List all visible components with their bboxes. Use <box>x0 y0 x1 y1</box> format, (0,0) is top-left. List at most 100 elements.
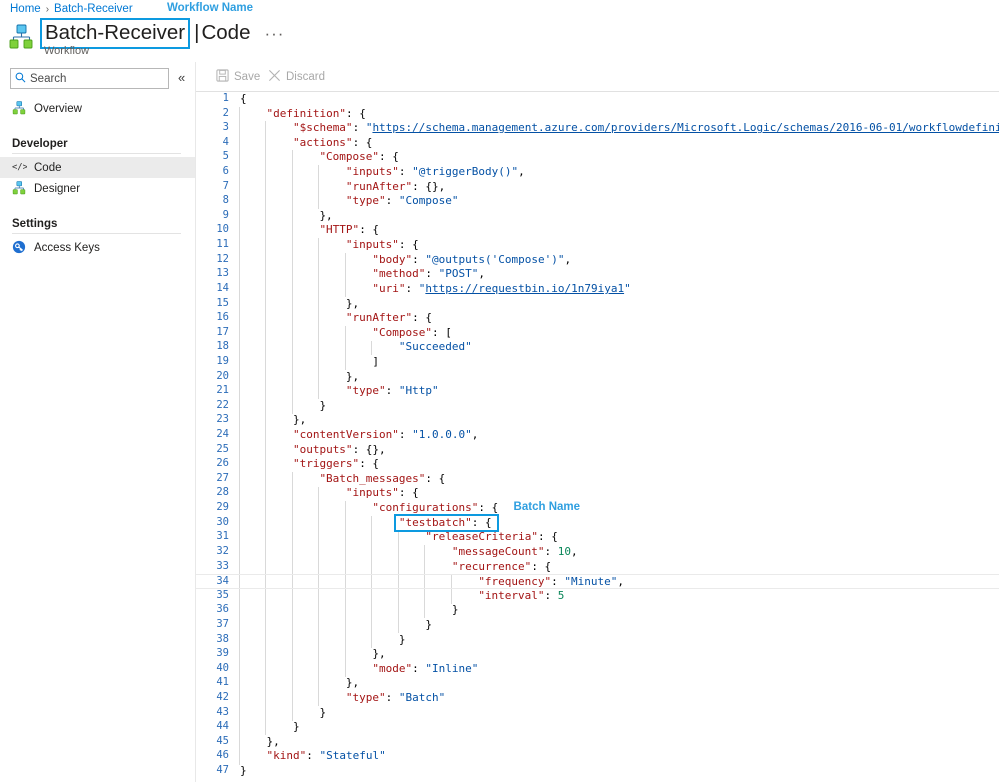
code-line[interactable]: 36} <box>196 603 999 618</box>
line-text: "triggers": { <box>293 457 379 470</box>
token-p: }, <box>293 413 306 426</box>
token-p: , <box>617 575 624 588</box>
token-url[interactable]: https://requestbin.io/1n79iya1 <box>425 282 624 295</box>
token-p: }, <box>372 647 385 660</box>
code-line[interactable]: 19] <box>196 355 999 370</box>
token-p: : { <box>399 486 419 499</box>
line-number: 30 <box>196 516 229 528</box>
code-line[interactable]: 5"Compose": { <box>196 150 999 165</box>
code-line[interactable]: 21"type": "Http" <box>196 384 999 399</box>
code-line[interactable]: 16"runAfter": { <box>196 311 999 326</box>
token-p: : <box>386 691 399 704</box>
token-url[interactable]: https://schema.management.azure.com/prov… <box>372 121 999 134</box>
token-p: : <box>399 165 412 178</box>
code-line[interactable]: 42"type": "Batch" <box>196 691 999 706</box>
line-number: 26 <box>196 457 229 469</box>
code-line[interactable]: 44} <box>196 720 999 735</box>
code-line[interactable]: 22} <box>196 399 999 414</box>
sidebar-item-code[interactable]: </> Code <box>0 157 195 178</box>
svg-text:</>: </> <box>12 163 27 173</box>
code-line[interactable]: 29"configurations": { <box>196 501 999 516</box>
code-line[interactable]: 37} <box>196 618 999 633</box>
token-k: "definition" <box>266 107 345 120</box>
code-line[interactable]: 46"kind": "Stateful" <box>196 749 999 764</box>
sidebar: Search « Overview Developer <box>0 62 195 782</box>
code-line[interactable]: 15}, <box>196 297 999 312</box>
line-number: 19 <box>196 355 229 367</box>
search-icon <box>15 72 26 86</box>
token-s: " <box>624 282 631 295</box>
code-line[interactable]: 25"outputs": {}, <box>196 443 999 458</box>
token-k: "actions" <box>293 136 353 149</box>
code-line[interactable]: 18"Succeeded" <box>196 340 999 355</box>
token-n: 10 <box>558 545 571 558</box>
code-line[interactable]: 1{ <box>196 92 999 107</box>
code-line[interactable]: 40"mode": "Inline" <box>196 662 999 677</box>
line-number: 45 <box>196 735 229 747</box>
code-editor[interactable]: 1{2"definition": {3"$schema": "https://s… <box>196 92 999 782</box>
token-p: : { <box>359 457 379 470</box>
code-line[interactable]: 20}, <box>196 370 999 385</box>
code-line[interactable]: 47} <box>196 764 999 779</box>
page-title-section: Code <box>201 21 250 45</box>
code-line[interactable]: 4"actions": { <box>196 136 999 151</box>
code-line[interactable]: 8"type": "Compose" <box>196 194 999 209</box>
code-line[interactable]: 32"messageCount": 10, <box>196 545 999 560</box>
save-button[interactable]: Save <box>216 67 260 87</box>
discard-button[interactable]: Discard <box>268 67 325 87</box>
code-line[interactable]: 11"inputs": { <box>196 238 999 253</box>
line-number: 25 <box>196 443 229 455</box>
breadcrumb-home[interactable]: Home <box>10 3 41 15</box>
code-line[interactable]: 34"frequency": "Minute", <box>196 574 999 589</box>
chevron-double-left-icon[interactable]: « <box>178 70 185 85</box>
code-line[interactable]: 14"uri": "https://requestbin.io/1n79iya1… <box>196 282 999 297</box>
code-line[interactable]: 30"testbatch": { <box>196 516 999 531</box>
token-p: } <box>240 764 247 777</box>
line-text: "Succeeded" <box>399 340 472 353</box>
code-line[interactable]: 43} <box>196 706 999 721</box>
line-text: { <box>240 92 247 105</box>
code-line[interactable]: 6"inputs": "@triggerBody()", <box>196 165 999 180</box>
code-line[interactable]: 35"interval": 5 <box>196 589 999 604</box>
code-line[interactable]: 26 "triggers": { <box>196 457 999 472</box>
more-options-icon[interactable]: ··· <box>264 24 284 44</box>
code-line[interactable]: 2"definition": { <box>196 107 999 122</box>
code-line[interactable]: 31"releaseCriteria": { <box>196 530 999 545</box>
sidebar-group-label: Developer <box>12 138 68 150</box>
search-input[interactable]: Search <box>10 68 169 89</box>
code-line[interactable]: 23}, <box>196 413 999 428</box>
code-line[interactable]: 39}, <box>196 647 999 662</box>
code-line[interactable]: 13"method": "POST", <box>196 267 999 282</box>
code-lines[interactable]: 1{2"definition": {3"$schema": "https://s… <box>196 92 999 779</box>
workflow-icon <box>12 101 27 116</box>
sidebar-item-overview[interactable]: Overview <box>0 98 195 119</box>
code-line[interactable]: 45}, <box>196 735 999 750</box>
breadcrumb-current[interactable]: Batch-Receiver <box>54 3 133 15</box>
token-k: "runAfter" <box>346 311 412 324</box>
code-line[interactable]: 12"body": "@outputs('Compose')", <box>196 253 999 268</box>
code-line[interactable]: 3"$schema": "https://schema.management.a… <box>196 121 999 136</box>
token-s: "1.0.0.0" <box>412 428 472 441</box>
code-line[interactable]: 28"inputs": { <box>196 486 999 501</box>
sidebar-item-access-keys[interactable]: Access Keys <box>0 237 195 258</box>
line-text: } <box>319 399 326 412</box>
token-p: : { <box>412 311 432 324</box>
editor-toolbar: Save Discard <box>196 62 999 92</box>
line-text: } <box>240 764 247 777</box>
line-text: }, <box>266 735 279 748</box>
line-text: "mode": "Inline" <box>372 662 478 675</box>
code-line[interactable]: 27"Batch_messages": { <box>196 472 999 487</box>
code-line[interactable]: 17"Compose": [ <box>196 326 999 341</box>
code-line[interactable]: 9}, <box>196 209 999 224</box>
code-line[interactable]: 24"contentVersion": "1.0.0.0", <box>196 428 999 443</box>
sidebar-item-designer[interactable]: Designer <box>0 178 195 199</box>
token-k: "Batch_messages" <box>319 472 425 485</box>
code-line[interactable]: 41}, <box>196 676 999 691</box>
line-text: "recurrence": { <box>452 560 551 573</box>
code-line[interactable]: 10"HTTP": { <box>196 223 999 238</box>
annotation-batch-name: Batch Name <box>514 501 580 513</box>
code-line[interactable]: 38} <box>196 633 999 648</box>
code-line[interactable]: 33"recurrence": { <box>196 560 999 575</box>
token-k: "inputs" <box>346 165 399 178</box>
code-line[interactable]: 7"runAfter": {}, <box>196 180 999 195</box>
